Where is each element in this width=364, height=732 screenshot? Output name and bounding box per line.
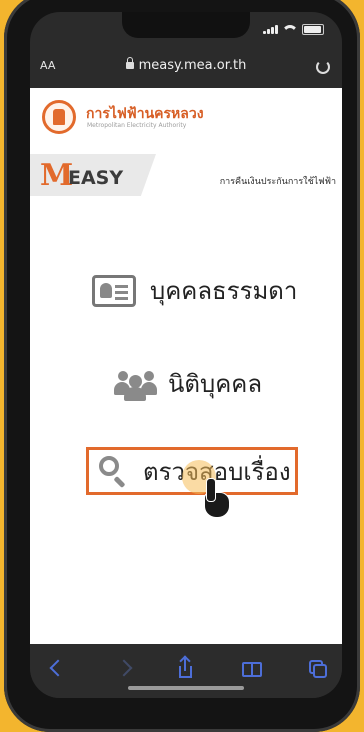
address-field[interactable]: measy.mea.or.th [30, 57, 342, 73]
url-bar[interactable]: AA measy.mea.or.th [30, 50, 342, 82]
search-icon [97, 454, 131, 488]
tabs-button[interactable] [306, 658, 330, 680]
brand-tagline: การคืนเงินประกันการใช้ไฟฟ้า [219, 177, 336, 187]
web-content: การไฟฟ้านครหลวง Metropolitan Electricity… [30, 88, 342, 644]
phone-frame: AA measy.mea.or.th การไฟฟ้านครหลวง Metro… [4, 0, 360, 732]
site-header: การไฟฟ้านครหลวง Metropolitan Electricity… [30, 88, 342, 148]
menu-individual-button[interactable]: บุคคลธรรมดา [92, 271, 297, 310]
measy-banner: M EASY การคืนเงินประกันการใช้ไฟฟ้า [30, 154, 342, 196]
mea-logo-icon [42, 100, 76, 134]
url-text: measy.mea.or.th [138, 58, 247, 73]
bookmarks-button[interactable] [240, 658, 264, 680]
org-subtitle: Metropolitan Electricity Authority [87, 122, 187, 129]
brand-easy: EASY [68, 167, 124, 189]
menu-individual-label: บุคคลธรรมดา [150, 277, 298, 305]
notch [122, 12, 250, 38]
menu-juristic-button[interactable]: นิติบุคคล [112, 364, 262, 403]
signal-icon [263, 25, 278, 34]
book-icon [242, 662, 262, 677]
share-button[interactable] [174, 658, 198, 680]
phone-screen: AA measy.mea.or.th การไฟฟ้านครหลวง Metro… [30, 12, 342, 698]
id-card-icon [92, 274, 136, 307]
battery-icon [302, 24, 324, 35]
chevron-left-icon [49, 659, 67, 677]
home-indicator [128, 686, 244, 690]
chevron-right-icon [115, 659, 133, 677]
forward-button[interactable] [110, 658, 134, 680]
lock-icon [125, 57, 134, 69]
reload-icon[interactable] [316, 60, 330, 74]
back-button[interactable] [44, 658, 68, 680]
group-icon [112, 367, 158, 401]
hand-pointer-icon [200, 478, 230, 518]
status-icons [263, 24, 324, 35]
menu-juristic-label: นิติบุคคล [168, 370, 263, 398]
wifi-icon [284, 25, 296, 34]
